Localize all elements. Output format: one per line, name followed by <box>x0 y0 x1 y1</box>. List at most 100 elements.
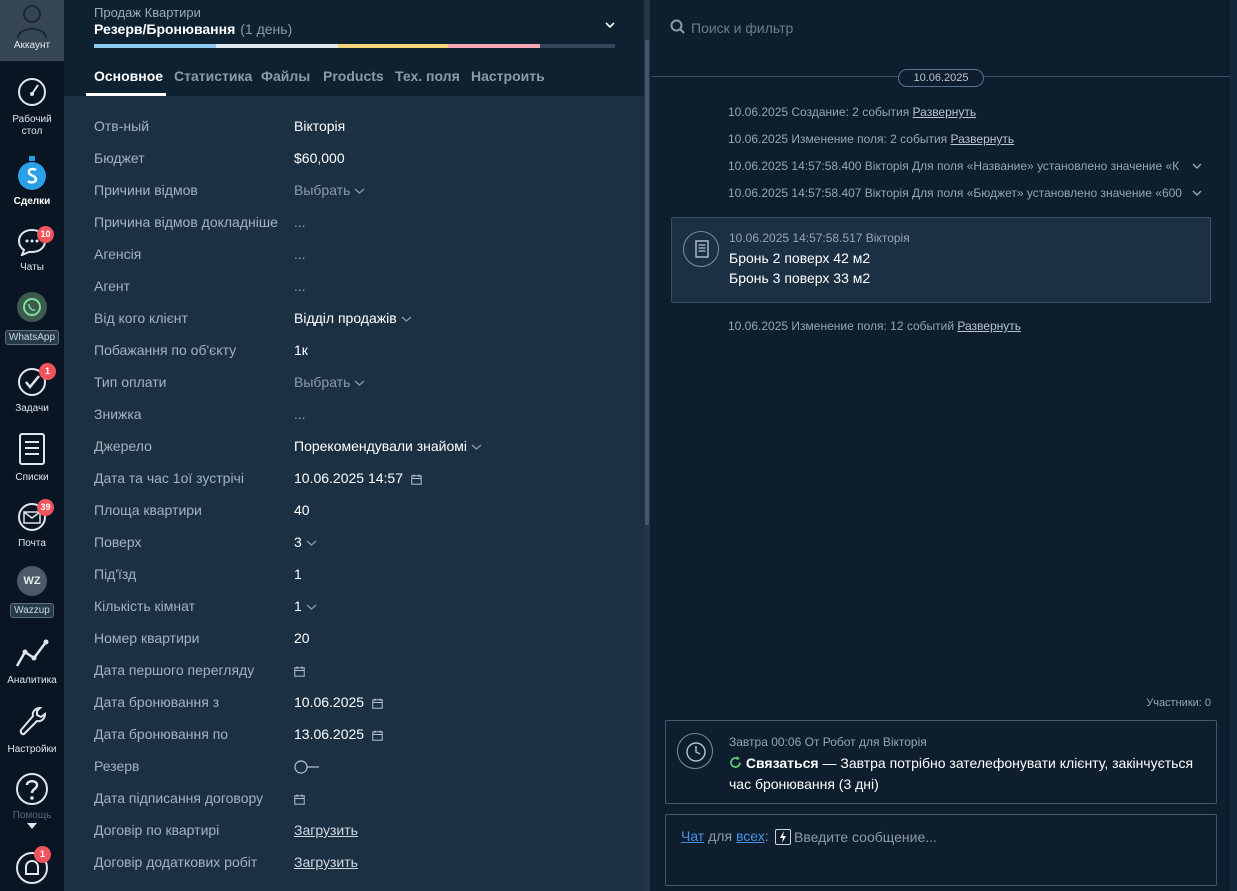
deals-dollar-icon <box>18 156 46 190</box>
field-value-text: Выбрать <box>294 182 351 198</box>
stage-selector[interactable]: Резерв/Бронювання (1 день) <box>94 21 292 37</box>
field-value[interactable] <box>294 758 320 774</box>
field-value[interactable]: ... <box>294 406 306 422</box>
field-row: Дата бронювання по 13.06.2025 <box>64 718 644 750</box>
chevron-down-icon[interactable] <box>1192 162 1202 170</box>
field-value[interactable]: $60,000 <box>294 150 345 166</box>
card-scrollbar-thumb[interactable] <box>645 40 649 525</box>
nav-chats[interactable]: Чаты 10 <box>0 226 64 274</box>
task-card[interactable]: Завтра 00:06 От Робот для Вікторія Связа… <box>665 720 1217 804</box>
tab-products[interactable]: Products <box>323 68 384 84</box>
field-row: Бюджет $60,000 <box>64 142 644 174</box>
field-value[interactable]: 13.06.2025 <box>294 726 383 742</box>
field-value[interactable]: ... <box>294 246 306 262</box>
expand-link[interactable]: Развернуть <box>957 319 1021 333</box>
field-row: Кількість кімнат 1 <box>64 590 644 622</box>
field-row: Номер квартири 20 <box>64 622 644 654</box>
feed-event-name-set[interactable]: 10.06.2025 14:57:58.400 Вікторія Для пол… <box>728 159 1202 173</box>
tab-configure[interactable]: Настроить <box>471 68 545 84</box>
field-value[interactable]: Відділ продажів <box>294 310 412 326</box>
nav-lists[interactable]: Списки <box>0 432 64 484</box>
pipeline-name: Продаж Квартири <box>94 5 201 20</box>
participants-count[interactable]: Участники: 0 <box>1146 697 1211 709</box>
tab-tech-fields[interactable]: Тех. поля <box>395 68 460 84</box>
nav-more-chevron-icon[interactable] <box>27 823 37 829</box>
nav-tasks[interactable]: Задачи 1 <box>0 363 64 415</box>
nav-help[interactable]: Помощь <box>0 772 64 822</box>
bolt-icon[interactable] <box>775 829 792 845</box>
field-value[interactable]: 1 <box>294 566 302 582</box>
field-value[interactable]: Загрузить <box>294 822 358 838</box>
field-value[interactable]: 10.06.2025 <box>294 694 383 710</box>
field-value[interactable] <box>294 662 305 678</box>
chevron-down-icon[interactable] <box>471 443 482 451</box>
chat-type-link[interactable]: Чат <box>681 828 704 844</box>
chevron-down-icon[interactable] <box>401 315 412 323</box>
feed-event-budget-set[interactable]: 10.06.2025 14:57:58.407 Вікторія Для пол… <box>728 186 1202 200</box>
field-row: Поверх 3 <box>64 526 644 558</box>
message-input[interactable] <box>794 827 1194 847</box>
nav-analytics[interactable]: Аналитика <box>0 638 64 687</box>
chevron-down-icon[interactable] <box>306 603 317 611</box>
nav-help-label: Помощь <box>12 810 52 821</box>
chats-badge: 10 <box>37 226 54 243</box>
field-row: Дата та час 1ої зустрічі 10.06.2025 14:57 <box>64 462 644 494</box>
tab-statistics[interactable]: Статистика <box>174 68 252 84</box>
feed-event-text: 10.06.2025 Создание: 2 события <box>728 105 910 119</box>
field-label: Джерело <box>94 438 152 454</box>
calendar-icon[interactable] <box>411 474 422 485</box>
field-value[interactable] <box>294 790 305 806</box>
field-value[interactable]: ... <box>294 278 306 294</box>
card-scrollbar[interactable] <box>644 0 650 891</box>
expand-link[interactable]: Развернуть <box>951 132 1015 146</box>
nav-mail[interactable]: Почта 39 <box>0 499 64 550</box>
reserve-toggle[interactable] <box>294 760 320 774</box>
search-filter-input[interactable] <box>691 17 1091 39</box>
task-meta: Завтра 00:06 От Робот для Вікторія <box>729 735 927 749</box>
nav-dashboard[interactable]: Рабочий стол <box>0 76 64 138</box>
nav-notifications[interactable]: 1 <box>0 846 64 886</box>
field-value[interactable]: 1к <box>294 342 308 358</box>
note-card[interactable]: 10.06.2025 14:57:58.517 Вікторія Бронь 2… <box>671 217 1211 303</box>
nav-settings[interactable]: Настройки <box>0 704 64 756</box>
nav-deals-label: Сделки <box>13 196 51 207</box>
calendar-icon[interactable] <box>294 666 305 677</box>
field-value[interactable]: Выбрать <box>294 374 365 390</box>
field-value[interactable]: Вікторія <box>294 118 345 134</box>
calendar-icon[interactable] <box>372 698 383 709</box>
field-label: Отв-ный <box>94 118 150 134</box>
recipients-link[interactable]: всех <box>736 828 765 844</box>
nav-wazzup[interactable]: WZ Wazzup <box>0 566 64 618</box>
nav-wazzup-label: Wazzup <box>10 603 54 618</box>
nav-whatsapp[interactable]: WhatsApp <box>0 292 64 345</box>
tab-main[interactable]: Основное <box>94 68 163 84</box>
feed-right-edge <box>1230 0 1237 891</box>
field-value[interactable]: Выбрать <box>294 182 365 198</box>
field-label: Бюджет <box>94 150 145 166</box>
field-value[interactable]: Порекомендували знайомі <box>294 438 482 454</box>
field-value[interactable]: 3 <box>294 534 317 550</box>
nav-account[interactable]: Аккаунт <box>0 0 64 61</box>
field-value-text: 20 <box>294 630 310 646</box>
stage-chevron-down-icon[interactable] <box>603 18 617 32</box>
field-value[interactable]: ... <box>294 214 306 230</box>
chevron-down-icon[interactable] <box>354 187 365 195</box>
nav-deals[interactable]: Сделки <box>0 156 64 208</box>
field-value-text: 10.06.2025 14:57 <box>294 470 403 486</box>
tab-files[interactable]: Файлы <box>261 68 310 84</box>
chevron-down-icon[interactable] <box>354 379 365 387</box>
chevron-down-icon[interactable] <box>306 539 317 547</box>
field-value[interactable]: 20 <box>294 630 310 646</box>
field-value[interactable]: Загрузить <box>294 854 358 870</box>
field-value[interactable]: 1 <box>294 598 317 614</box>
field-row: Агент... <box>64 270 644 302</box>
calendar-icon[interactable] <box>372 730 383 741</box>
field-row: Договір по квартирі Загрузить <box>64 814 644 846</box>
expand-link[interactable]: Развернуть <box>913 105 977 119</box>
field-value[interactable]: 10.06.2025 14:57 <box>294 470 422 486</box>
field-row: Причини відмов Выбрать <box>64 174 644 206</box>
task-type: Связаться <box>745 755 819 771</box>
calendar-icon[interactable] <box>294 794 305 805</box>
chevron-down-icon[interactable] <box>1192 189 1202 197</box>
field-value[interactable]: 40 <box>294 502 310 518</box>
